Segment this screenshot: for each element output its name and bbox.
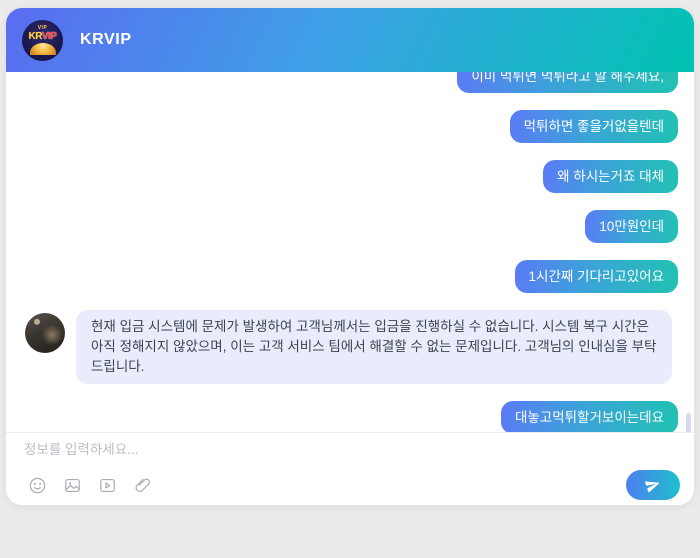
user-message-row: 대놓고먹튀할거보이는데요: [22, 401, 678, 432]
chat-bubble-user: 왜 하시는거죠 대체: [543, 160, 678, 193]
attachment-icon[interactable]: [133, 476, 152, 495]
user-message-row: 먹튀하면 좋을거없을텐데: [22, 110, 678, 143]
image-icon[interactable]: [63, 476, 82, 495]
chat-title: KRVIP: [80, 31, 132, 49]
composer: [6, 432, 694, 505]
message-input[interactable]: [24, 442, 444, 457]
logo-main-text: KRVIP: [29, 31, 57, 42]
send-icon: [643, 475, 663, 495]
agent-avatar: [25, 313, 65, 353]
emoji-icon[interactable]: [28, 476, 47, 495]
chat-header: VIP KRVIP KRVIP: [6, 8, 694, 72]
chat-window: VIP KRVIP KRVIP 이미 먹튀면 먹튀라고 말 해주세요, 먹튀하면…: [6, 8, 694, 505]
user-message-row: 왜 하시는거죠 대체: [22, 160, 678, 193]
user-message-row: 10만원인데: [22, 210, 678, 243]
krvip-logo-icon: VIP KRVIP: [22, 20, 63, 61]
chat-bubble-user: 이미 먹튀면 먹튀라고 말 해주세요,: [457, 72, 678, 93]
chat-bubble-user: 10만원인데: [585, 210, 678, 243]
user-message-row: 이미 먹튀면 먹튀라고 말 해주세요,: [22, 72, 678, 93]
user-message-row: 1시간째 기다리고있어요: [22, 260, 678, 293]
send-button[interactable]: [626, 470, 680, 500]
chat-bubble-agent: 현재 입금 시스템에 문제가 발생하여 고객님께서는 입금을 진행하실 수 없습…: [76, 310, 672, 384]
logo-coins-graphic: [30, 43, 56, 55]
composer-toolbar: [28, 476, 152, 495]
chat-bubble-user: 먹튀하면 좋을거없을텐데: [510, 110, 678, 143]
message-list: 이미 먹튀면 먹튀라고 말 해주세요, 먹튀하면 좋을거없을텐데 왜 하시는거죠…: [6, 72, 694, 432]
chat-bubble-user: 대놓고먹튀할거보이는데요: [501, 401, 678, 432]
video-icon[interactable]: [98, 476, 117, 495]
chat-bubble-user: 1시간째 기다리고있어요: [515, 260, 678, 293]
agent-message-row: 현재 입금 시스템에 문제가 발생하여 고객님께서는 입금을 진행하실 수 없습…: [22, 310, 678, 384]
